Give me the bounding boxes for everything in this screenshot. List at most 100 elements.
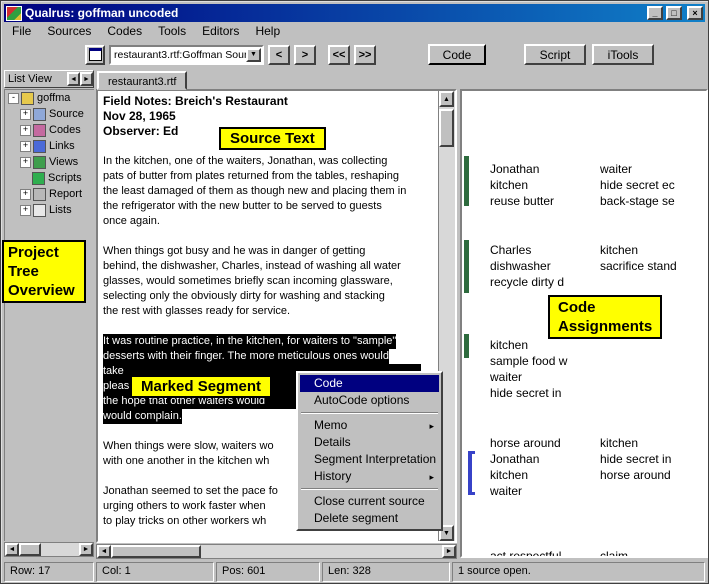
- document-line: [103, 229, 438, 244]
- assignment-row[interactable]: reuse butterback-stage se: [462, 193, 706, 209]
- marked-segment-text[interactable]: It was routine practice, in the kitchen,…: [103, 334, 396, 349]
- scroll-right-button[interactable]: ►: [79, 543, 93, 556]
- assignment-row[interactable]: recycle dirty d: [462, 274, 706, 290]
- marked-segment-text[interactable]: would complain.: [103, 409, 182, 424]
- tree-expander-icon[interactable]: +: [20, 125, 31, 136]
- assignment-code-right: horse around: [600, 467, 671, 483]
- scroll-left-button[interactable]: ◄: [5, 543, 19, 556]
- context-menu-item-history[interactable]: History▸: [300, 468, 439, 485]
- context-menu-item-details[interactable]: Details: [300, 434, 439, 451]
- document-line: the refrigerator with the new butter to …: [103, 199, 438, 214]
- scroll-right-button[interactable]: ►: [442, 545, 456, 558]
- context-menu-item-close-current-source[interactable]: Close current source: [300, 493, 439, 510]
- scrollbar-thumb[interactable]: [111, 545, 201, 558]
- assignment-row[interactable]: Jonathanwaiter: [462, 161, 706, 177]
- layout-button[interactable]: [85, 45, 105, 65]
- tree-item-links[interactable]: +Links: [5, 138, 94, 154]
- context-menu-separator: [301, 412, 438, 414]
- assignment-row[interactable]: sample food w: [462, 353, 706, 369]
- assignment-code-right: kitchen: [600, 435, 638, 451]
- scrollbar-thumb[interactable]: [19, 543, 41, 556]
- tree-scroll-right-button[interactable]: ►: [80, 72, 93, 86]
- tree-item-goffma[interactable]: -goffma: [5, 90, 94, 106]
- itools-button[interactable]: iTools: [592, 44, 654, 65]
- combo-dropdown-button[interactable]: ▼: [246, 48, 261, 62]
- tree-expander-icon[interactable]: +: [20, 189, 31, 200]
- menu-item-editors[interactable]: Editors: [194, 23, 247, 40]
- scrollbar-track[interactable]: [19, 543, 79, 556]
- menu-item-codes[interactable]: Codes: [99, 23, 150, 40]
- tree-expander-icon[interactable]: +: [20, 157, 31, 168]
- assignment-row[interactable]: Charles kitchen: [462, 242, 706, 258]
- assignment-row[interactable]: waiter: [462, 483, 706, 499]
- assignment-code-left: waiter: [490, 483, 522, 499]
- assignment-code-left: Charles: [490, 242, 531, 258]
- assignment-row[interactable]: kitchenhide secret ec: [462, 177, 706, 193]
- context-menu-item-memo[interactable]: Memo▸: [300, 417, 439, 434]
- scripts-icon: [32, 172, 45, 185]
- menu-item-file[interactable]: File: [4, 23, 39, 40]
- tree-item-source[interactable]: +Source: [5, 106, 94, 122]
- nav-fast-forward-button[interactable]: >>: [354, 45, 376, 65]
- scrollbar-track[interactable]: [111, 545, 442, 558]
- assignment-row[interactable]: dishwashersacrifice stand: [462, 258, 706, 274]
- arrow-up-icon: ▲: [443, 96, 450, 103]
- scroll-left-button[interactable]: ◄: [97, 545, 111, 558]
- tree-scroll-left-button[interactable]: ◄: [67, 72, 80, 86]
- tree-expander-icon[interactable]: -: [8, 93, 19, 104]
- tree-item-views[interactable]: +Views: [5, 154, 94, 170]
- context-menu-item-autocode-options[interactable]: AutoCode options: [300, 392, 439, 409]
- tree-item-report[interactable]: +Report: [5, 186, 94, 202]
- assignment-row[interactable]: Jonathanhide secret in: [462, 451, 706, 467]
- tree-expander-icon[interactable]: +: [20, 205, 31, 216]
- assignment-row[interactable]: kitchen: [462, 337, 706, 353]
- close-button[interactable]: ×: [687, 6, 703, 20]
- status-bar: Row: 17Col: 1Pos: 601Len: 3281 source op…: [4, 562, 705, 582]
- assignment-code-left: kitchen: [490, 337, 528, 353]
- menu-item-tools[interactable]: Tools: [150, 23, 194, 40]
- scrollbar-thumb[interactable]: [439, 109, 454, 147]
- assignment-code-left: act respectful: [490, 548, 561, 558]
- assignment-code-left: recycle dirty d: [490, 274, 564, 290]
- title-bar[interactable]: Qualrus: goffman uncoded _ □ ×: [4, 4, 705, 22]
- document-line: glasses, would sometimes briefly scan in…: [103, 274, 438, 289]
- assignment-code-left: kitchen: [490, 177, 528, 193]
- assignment-row[interactable]: horse around kitchen: [462, 435, 706, 451]
- source-selector-combobox[interactable]: restaurant3.rtf:Goffman Sourc ▼: [109, 45, 264, 65]
- assignment-row[interactable]: waiter: [462, 369, 706, 385]
- scroll-up-button[interactable]: ▲: [439, 91, 454, 107]
- marked-segment-text[interactable]: desserts with their finger. The more met…: [103, 349, 389, 364]
- tree-item-lists[interactable]: +Lists: [5, 202, 94, 218]
- annotation-code-assignments: CodeAssignments: [548, 295, 662, 339]
- assignment-row[interactable]: hide secret in: [462, 385, 706, 401]
- tree-expander-icon[interactable]: +: [20, 141, 31, 152]
- document-line: behind, the dishwasher, Charles, instead…: [103, 259, 438, 274]
- view-mode-selector[interactable]: List View ◄ ►: [4, 70, 94, 88]
- document-line: selecting only the obviously dirty for w…: [103, 289, 438, 304]
- nav-back-button[interactable]: <: [268, 45, 290, 65]
- context-menu-item-delete-segment[interactable]: Delete segment: [300, 510, 439, 527]
- tree-horizontal-scrollbar[interactable]: ◄ ►: [4, 542, 94, 557]
- views-icon: [33, 156, 46, 169]
- minimize-button[interactable]: _: [647, 6, 663, 20]
- assignment-row[interactable]: act respectfulclaim: [462, 548, 706, 558]
- assignment-code-right: kitchen: [600, 242, 638, 258]
- code-button[interactable]: Code: [428, 44, 486, 65]
- menu-item-help[interactable]: Help: [247, 23, 288, 40]
- arrow-left-icon: ◄: [9, 546, 16, 553]
- context-menu-item-label: Delete segment: [314, 511, 398, 525]
- menu-item-sources[interactable]: Sources: [39, 23, 99, 40]
- nav-forward-button[interactable]: >: [294, 45, 316, 65]
- tree-item-codes[interactable]: +Codes: [5, 122, 94, 138]
- document-tab[interactable]: restaurant3.rtf: [97, 71, 187, 90]
- context-menu-item-segment-interpretation[interactable]: Segment Interpretation: [300, 451, 439, 468]
- assignment-code-left: horse around: [490, 435, 561, 451]
- document-horizontal-scrollbar[interactable]: ◄ ►: [96, 544, 457, 559]
- script-button[interactable]: Script: [524, 44, 586, 65]
- tree-expander-icon[interactable]: +: [20, 109, 31, 120]
- nav-rewind-button[interactable]: <<: [328, 45, 350, 65]
- context-menu-item-code[interactable]: Code: [300, 375, 439, 392]
- assignment-row[interactable]: kitchenhorse around: [462, 467, 706, 483]
- maximize-button[interactable]: □: [666, 6, 682, 20]
- tree-item-scripts[interactable]: Scripts: [5, 170, 94, 186]
